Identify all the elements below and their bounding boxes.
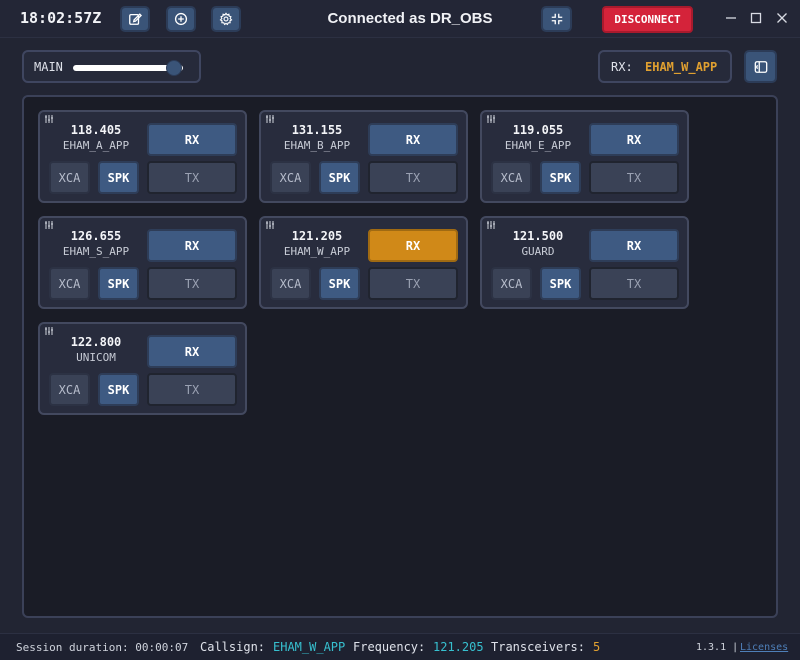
transceiver-card: 126.655 EHAM_S_APP RX XCA SPK TX: [38, 216, 247, 309]
frequency-label: Frequency:: [353, 640, 426, 654]
station-name: GUARD: [521, 245, 555, 258]
callsign-value: EHAM_W_APP: [273, 640, 346, 654]
tx-button[interactable]: TX: [368, 161, 458, 194]
station-name: EHAM_A_APP: [62, 139, 130, 152]
rx-indicator: RX: EHAM_W_APP: [598, 50, 732, 83]
tx-button[interactable]: TX: [589, 267, 679, 300]
rx-button[interactable]: RX: [368, 123, 458, 156]
frequency: 131.155: [291, 123, 343, 137]
window-close-button[interactable]: [774, 10, 790, 26]
spk-button[interactable]: SPK: [540, 161, 581, 194]
title-bar: 18:02:57Z Connected as DR_OBS DISCONNECT: [0, 0, 800, 38]
tx-button[interactable]: TX: [589, 161, 679, 194]
spk-button[interactable]: SPK: [540, 267, 581, 300]
tx-button[interactable]: TX: [147, 267, 237, 300]
xca-button[interactable]: XCA: [270, 161, 311, 194]
xca-button[interactable]: XCA: [49, 267, 90, 300]
minimize-icon: [726, 17, 736, 19]
frequency: 121.205: [291, 229, 343, 243]
disconnect-button[interactable]: DISCONNECT: [602, 6, 693, 33]
transceiver-card: 122.800 UNICOM RX XCA SPK TX: [38, 322, 247, 415]
spk-button[interactable]: SPK: [98, 267, 139, 300]
xca-button[interactable]: XCA: [491, 161, 532, 194]
transceivers-value: 5: [593, 640, 601, 654]
status-bar: Session duration: 00:00:07 Callsign: EHA…: [0, 633, 800, 660]
transceiver-card: 131.155 EHAM_B_APP RX XCA SPK TX: [259, 110, 468, 203]
transceiver-card: 119.055 EHAM_E_APP RX XCA SPK TX: [480, 110, 689, 203]
spk-button[interactable]: SPK: [319, 161, 360, 194]
window-maximize-button[interactable]: [748, 10, 764, 26]
plus-circle-icon: [174, 12, 188, 26]
maximize-icon: [750, 12, 762, 24]
rx-button[interactable]: RX: [589, 123, 679, 156]
station-name: EHAM_W_APP: [283, 245, 351, 258]
station-name: EHAM_E_APP: [504, 139, 572, 152]
rx-button[interactable]: RX: [368, 229, 458, 262]
edit-icon: [129, 13, 142, 25]
app-version: 1.3.1 |: [696, 642, 739, 653]
frequency: 118.405: [70, 123, 122, 137]
tx-button[interactable]: TX: [147, 161, 237, 194]
frequency: 119.055: [512, 123, 564, 137]
frequency-value: 121.205: [433, 640, 484, 654]
callsign-label: Callsign:: [200, 640, 266, 654]
xca-button[interactable]: XCA: [49, 161, 90, 194]
collapse-button[interactable]: [541, 6, 572, 32]
rx-button[interactable]: RX: [147, 229, 237, 262]
transceiver-panel: 118.405 EHAM_A_APP RX XCA SPK TX 131.155 EHAM_B…: [22, 95, 778, 618]
station-name: UNICOM: [76, 351, 116, 364]
frequency: 122.800: [70, 335, 122, 349]
station-name: EHAM_B_APP: [283, 139, 351, 152]
settings-button[interactable]: [211, 6, 241, 32]
licenses-link[interactable]: Licenses: [740, 642, 788, 653]
add-button[interactable]: [166, 6, 196, 32]
sidebar-toggle-button[interactable]: [744, 50, 777, 83]
transceiver-card: 118.405 EHAM_A_APP RX XCA SPK TX: [38, 110, 247, 203]
transceiver-card: 121.205 EHAM_W_APP RX XCA SPK TX: [259, 216, 468, 309]
main-volume-label: MAIN: [34, 60, 63, 74]
frequency: 121.500: [512, 229, 564, 243]
xca-button[interactable]: XCA: [270, 267, 311, 300]
station-name: EHAM_S_APP: [62, 245, 130, 258]
spk-button[interactable]: SPK: [319, 267, 360, 300]
session-duration: Session duration: 00:00:07: [16, 641, 189, 654]
main-volume-control: MAIN: [22, 50, 201, 83]
gear-icon: [219, 12, 233, 26]
rx-indicator-value: EHAM_W_APP: [645, 60, 718, 74]
minimize-arrows-icon: [551, 13, 562, 25]
rx-button[interactable]: RX: [589, 229, 679, 262]
rx-button[interactable]: RX: [147, 123, 237, 156]
rx-indicator-label: RX:: [611, 60, 633, 74]
frequency: 126.655: [70, 229, 122, 243]
spk-button[interactable]: SPK: [98, 161, 139, 194]
transceiver-card: 121.500 GUARD RX XCA SPK TX: [480, 216, 689, 309]
tx-button[interactable]: TX: [368, 267, 458, 300]
xca-button[interactable]: XCA: [49, 373, 90, 406]
window-minimize-button[interactable]: [723, 10, 739, 26]
connection-status: Connected as DR_OBS: [327, 10, 493, 27]
main-volume-thumb[interactable]: [166, 60, 182, 76]
close-icon: [777, 13, 787, 23]
utc-clock: 18:02:57Z: [20, 9, 102, 27]
tx-button[interactable]: TX: [147, 373, 237, 406]
edit-button[interactable]: [120, 6, 150, 32]
spk-button[interactable]: SPK: [98, 373, 139, 406]
transceivers-label: Transceivers:: [491, 640, 585, 654]
sidebar-panel-icon: [754, 60, 767, 73]
xca-button[interactable]: XCA: [491, 267, 532, 300]
rx-button[interactable]: RX: [147, 335, 237, 368]
